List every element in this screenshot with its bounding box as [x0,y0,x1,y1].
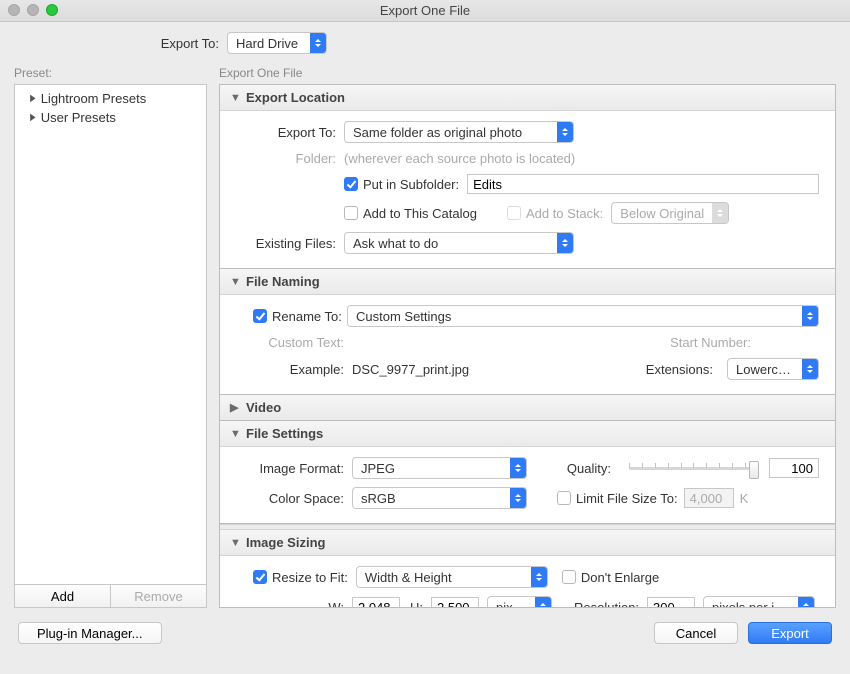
height-label: H: [410,600,423,609]
window-title: Export One File [380,3,470,18]
titlebar: Export One File [0,0,850,22]
section-header-sizing[interactable]: ▼ Image Sizing [220,530,835,556]
stack-position-select: Below Original [611,202,729,224]
remove-preset-button: Remove [110,585,206,607]
resize-label: Resize to Fit: [272,570,348,585]
subfolder-checkbox[interactable] [344,177,358,191]
start-number-label: Start Number: [670,335,751,350]
export-to-label: Export To: [14,36,219,51]
rename-template-select[interactable]: Custom Settings [347,305,819,327]
preset-item-user[interactable]: ▶ User Presets [15,108,206,127]
colorspace-label: Color Space: [236,491,344,506]
disclosure-triangle-icon: ▶ [30,112,35,123]
resize-mode-select[interactable]: Width & Height [356,566,548,588]
extensions-select[interactable]: Lowercase [727,358,819,380]
section-header-filesettings[interactable]: ▼ File Settings [220,421,835,447]
resize-checkbox[interactable] [253,570,267,584]
traffic-light-zoom[interactable] [46,4,58,16]
preset-list[interactable]: ▶ Lightroom Presets ▶ User Presets [14,84,207,585]
example-value: DSC_9977_print.jpg [352,362,469,377]
add-catalog-label: Add to This Catalog [363,206,477,221]
dont-enlarge-checkbox[interactable] [562,570,576,584]
example-label: Example: [236,362,344,377]
width-label: W: [236,600,344,609]
loc-export-to-label: Export To: [236,125,336,140]
width-input[interactable] [352,597,400,608]
chevron-right-icon: ▶ [230,401,240,414]
export-to-select[interactable]: Hard Drive [227,32,327,54]
height-input[interactable] [431,597,479,608]
add-stack-label: Add to Stack: [526,206,603,221]
extensions-label: Extensions: [646,362,713,377]
chevron-down-icon: ▼ [230,537,240,549]
quality-label: Quality: [541,461,611,476]
chevron-down-icon: ▼ [230,276,240,288]
dont-enlarge-label: Don't Enlarge [581,570,659,585]
quality-input[interactable] [769,458,819,478]
traffic-light-close[interactable] [8,4,20,16]
existing-files-select[interactable]: Ask what to do [344,232,574,254]
existing-files-label: Existing Files: [236,236,336,251]
section-header-location[interactable]: ▼ Export Location [220,85,835,111]
subfolder-label: Put in Subfolder: [363,177,459,192]
section-header-naming[interactable]: ▼ File Naming [220,269,835,295]
rename-checkbox[interactable] [253,309,267,323]
folder-label: Folder: [236,151,336,166]
section-header-video[interactable]: ▶ Video [220,395,835,420]
export-button[interactable]: Export [748,622,832,644]
plugin-manager-button[interactable]: Plug-in Manager... [18,622,162,644]
size-unit-select[interactable]: pixels [487,596,552,608]
cancel-button[interactable]: Cancel [654,622,738,644]
quality-slider[interactable] [629,460,759,476]
main-heading: Export One File [219,66,836,80]
rename-label: Rename To: [272,309,347,324]
folder-value: (wherever each source photo is located) [344,151,575,166]
preset-item-lightroom[interactable]: ▶ Lightroom Presets [15,89,206,108]
add-preset-button[interactable]: Add [15,585,110,607]
preset-heading: Preset: [14,66,207,80]
custom-text-label: Custom Text: [236,335,344,350]
resolution-input[interactable] [647,597,695,608]
chevron-down-icon: ▼ [230,428,240,440]
format-label: Image Format: [236,461,344,476]
loc-export-to-select[interactable]: Same folder as original photo [344,121,574,143]
traffic-light-minimize[interactable] [27,4,39,16]
limit-unit: K [740,491,749,506]
limit-filesize-checkbox[interactable] [557,491,571,505]
resolution-label: Resolution: [574,600,639,609]
limit-filesize-input [684,488,734,508]
subfolder-input[interactable] [467,174,819,194]
resolution-unit-select[interactable]: pixels per inch [703,596,815,608]
limit-filesize-label: Limit File Size To: [576,491,678,506]
disclosure-triangle-icon: ▶ [30,93,35,104]
add-catalog-checkbox[interactable] [344,206,358,220]
add-stack-checkbox [507,206,521,220]
format-select[interactable]: JPEG [352,457,527,479]
chevron-down-icon: ▼ [230,92,240,104]
colorspace-select[interactable]: sRGB [352,487,527,509]
